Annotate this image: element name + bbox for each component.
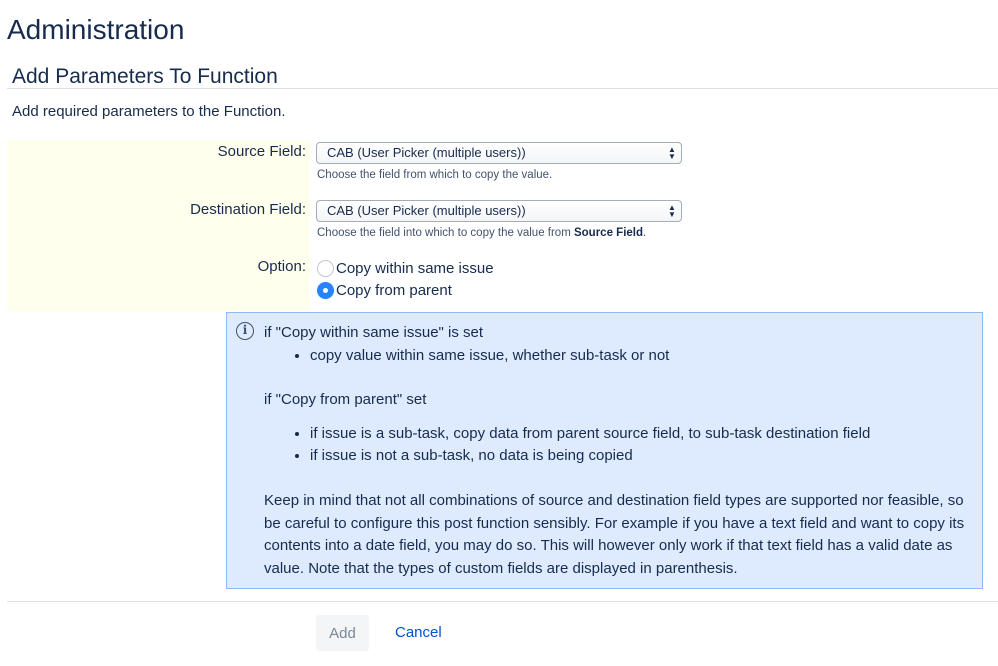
radio-label-same-issue: Copy within same issue <box>336 259 494 277</box>
source-field-help: Choose the field from which to copy the … <box>317 169 553 181</box>
radio-label-from-parent: Copy from parent <box>336 281 452 299</box>
parent-heading: if "Copy from parent" set <box>264 391 427 409</box>
info-note: Keep in mind that not all combinations o… <box>264 491 965 577</box>
add-button[interactable]: Add <box>316 615 369 651</box>
source-field-value: CAB (User Picker (multiple users)) <box>327 145 526 160</box>
section-title: Add Parameters To Function <box>12 65 278 88</box>
info-icon: i <box>236 322 254 340</box>
cancel-link[interactable]: Cancel <box>395 615 442 651</box>
destination-field-value: CAB (User Picker (multiple users)) <box>327 203 526 218</box>
source-field-label: Source Field: <box>217 143 306 160</box>
source-field-select[interactable]: CAB (User Picker (multiple users)) ▲ ▼ <box>316 142 682 164</box>
info-panel: i if "Copy within same issue" is set cop… <box>226 312 983 589</box>
radio-checked-icon[interactable] <box>317 281 334 299</box>
section-divider <box>7 88 998 89</box>
option-label: Option: <box>257 258 306 275</box>
page-title: Administration <box>7 14 185 45</box>
destination-field-select[interactable]: CAB (User Picker (multiple users)) ▲ ▼ <box>316 200 682 222</box>
list-item: if issue is not a sub-task, no data is b… <box>310 445 979 468</box>
same-issue-heading: if "Copy within same issue" is set <box>264 324 484 341</box>
source-field-reference: Source Field <box>573 227 644 239</box>
select-arrows-icon: ▲ ▼ <box>668 203 676 219</box>
destination-field-label: Destination Field: <box>190 201 306 218</box>
field-labels-background <box>7 140 310 311</box>
radio-unchecked-icon[interactable] <box>317 259 334 277</box>
info-content: if "Copy within same issue" is set copy … <box>264 322 979 580</box>
radio-copy-within-same-issue[interactable]: Copy within same issue <box>317 258 494 278</box>
list-item: copy value within same issue, whether su… <box>310 345 979 368</box>
parent-list: if issue is a sub-task, copy data from p… <box>264 423 979 468</box>
same-issue-list: copy value within same issue, whether su… <box>264 345 979 368</box>
destination-field-help: Choose the field into which to copy the … <box>317 227 647 239</box>
section-intro: Add required parameters to the Function. <box>12 103 286 120</box>
list-item: if issue is a sub-task, copy data from p… <box>310 423 979 446</box>
radio-copy-from-parent[interactable]: Copy from parent <box>317 280 452 300</box>
footer-divider <box>7 601 998 602</box>
select-arrows-icon: ▲ ▼ <box>668 145 676 161</box>
